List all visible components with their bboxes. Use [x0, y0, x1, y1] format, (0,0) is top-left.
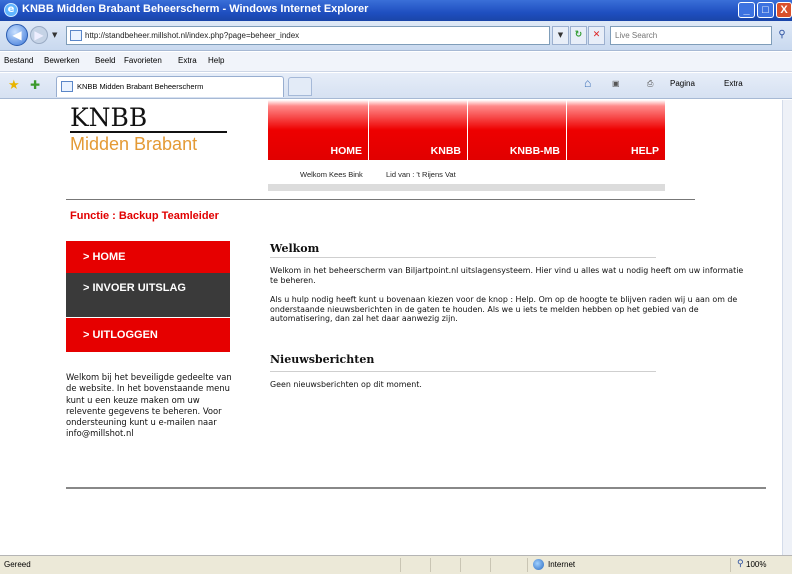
tab-page-icon: [61, 81, 73, 92]
side-menu-uitloggen-label: > UITLOGGEN: [83, 329, 158, 341]
nav-home[interactable]: HOME: [268, 100, 369, 160]
search-input[interactable]: [615, 29, 765, 42]
side-menu-invoer-label: > INVOER UITSLAG: [83, 282, 186, 294]
minimize-button[interactable]: _: [738, 2, 755, 18]
nav-home-label: HOME: [330, 145, 363, 157]
menu-extra[interactable]: Extra: [178, 56, 197, 65]
add-favorite-icon[interactable]: ✚: [30, 78, 40, 92]
welcome-paragraph-2: Als u hulp nodig heeft kunt u bovenaan k…: [270, 295, 738, 324]
internet-zone-icon: [533, 559, 544, 570]
menu-help[interactable]: Help: [208, 56, 224, 65]
news-heading: Nieuwsberichten: [270, 353, 375, 366]
refresh-button[interactable]: ↻: [570, 26, 587, 45]
footer-rule: [66, 487, 766, 489]
print-icon[interactable]: ⎙: [647, 79, 653, 89]
zoom-icon[interactable]: ⚲: [737, 559, 744, 569]
nav-help-label: HELP: [630, 145, 659, 157]
ie-logo-icon: e: [4, 3, 18, 17]
status-divider: [490, 558, 491, 572]
back-button[interactable]: ◀: [6, 24, 28, 46]
vertical-scrollbar[interactable]: [782, 100, 792, 555]
status-bar: Gereed Internet ⚲ 100%: [0, 555, 792, 574]
menu-bewerken[interactable]: Bewerken: [44, 56, 80, 65]
address-dropdown-button[interactable]: ▼: [552, 26, 569, 45]
security-zone-label: Internet: [548, 560, 576, 569]
search-icon[interactable]: ⚲: [774, 26, 790, 45]
search-box[interactable]: [610, 26, 772, 45]
status-divider: [400, 558, 401, 572]
nav-knbb-mb-label: KNBB-MB: [509, 145, 560, 157]
tab-active[interactable]: KNBB Midden Brabant Beheerscherm: [56, 76, 284, 97]
logo-knbb: KNBB: [70, 103, 148, 132]
tab-bar: ★ ✚ KNBB Midden Brabant Beheerscherm ⌂ ▣…: [0, 73, 792, 99]
welcome-rule: [270, 257, 656, 258]
side-menu-invoer-uitslag[interactable]: > INVOER UITSLAG: [66, 273, 230, 317]
welcome-paragraph-1: Welkom in het beheerscherm van Biljartpo…: [270, 266, 744, 285]
status-divider: [730, 558, 731, 572]
page-icon: [70, 30, 82, 41]
logo-divider: [70, 131, 227, 133]
title-bar: e KNBB Midden Brabant Beheerscherm - Win…: [0, 0, 792, 21]
address-bar[interactable]: [66, 26, 550, 45]
side-menu-home-label: > HOME: [83, 251, 126, 263]
stop-button[interactable]: ✕: [588, 26, 605, 45]
url-input[interactable]: [85, 29, 525, 42]
address-toolbar: ◀ ▶ ▼ ▼ ↻ ✕ ⚲: [0, 21, 792, 51]
logo-subtitle: Midden Brabant: [70, 134, 198, 154]
welcome-user: Welkom Kees Bink: [300, 170, 363, 179]
menu-favorieten[interactable]: Favorieten: [124, 56, 162, 65]
welcome-heading: Welkom: [270, 242, 320, 255]
nav-knbb-mb[interactable]: KNBB-MB: [468, 100, 567, 160]
side-menu-uitloggen[interactable]: > UITLOGGEN: [66, 318, 230, 352]
page-menu-button[interactable]: Pagina: [670, 79, 695, 88]
sidebar-info-text: Welkom bij het beveiligde gedeelte van d…: [66, 372, 232, 439]
top-navigation: HOME KNBB KNBB-MB HELP: [268, 100, 665, 160]
side-menu: > HOME > INVOER UITSLAG > UITLOGGEN: [66, 241, 230, 352]
news-empty-text: Geen nieuwsberichten op dit moment.: [270, 380, 422, 389]
forward-button[interactable]: ▶: [30, 26, 48, 44]
nav-knbb[interactable]: KNBB: [369, 100, 468, 160]
window-title: KNBB Midden Brabant Beheerscherm - Windo…: [22, 3, 369, 15]
user-info-bar: Welkom Kees Bink Lid van : 't Rijens Vat: [268, 162, 665, 182]
header-rule: [66, 199, 695, 200]
status-divider: [430, 558, 431, 572]
status-divider: [527, 558, 528, 572]
new-tab-button[interactable]: [288, 77, 312, 96]
role-label: Functie : Backup Teamleider: [70, 210, 219, 222]
home-icon[interactable]: ⌂: [584, 76, 591, 90]
feeds-icon[interactable]: ▣: [612, 79, 620, 88]
member-of: Lid van : 't Rijens Vat: [386, 170, 456, 179]
gray-divider-bar: [268, 184, 665, 191]
menu-beeld[interactable]: Beeld: [95, 56, 115, 65]
side-menu-home[interactable]: > HOME: [66, 241, 230, 273]
status-text: Gereed: [4, 560, 31, 569]
menu-bestand[interactable]: Bestand: [4, 56, 33, 65]
news-rule: [270, 371, 656, 372]
browser-window: e KNBB Midden Brabant Beheerscherm - Win…: [0, 0, 792, 574]
menu-bar: Bestand Bewerken Beeld Favorieten Extra …: [0, 52, 792, 72]
status-divider: [460, 558, 461, 572]
nav-knbb-label: KNBB: [430, 145, 461, 157]
tools-menu-button[interactable]: Extra: [724, 79, 743, 88]
zoom-level[interactable]: 100%: [746, 560, 766, 569]
favorites-star-icon[interactable]: ★: [8, 78, 20, 93]
web-page: KNBB Midden Brabant HOME KNBB KNBB-MB HE…: [0, 100, 792, 555]
close-button[interactable]: X: [776, 2, 792, 18]
maximize-button[interactable]: □: [757, 2, 774, 18]
tab-label: KNBB Midden Brabant Beheerscherm: [77, 82, 204, 91]
history-dropdown-icon[interactable]: ▼: [52, 31, 57, 39]
nav-help[interactable]: HELP: [567, 100, 665, 160]
